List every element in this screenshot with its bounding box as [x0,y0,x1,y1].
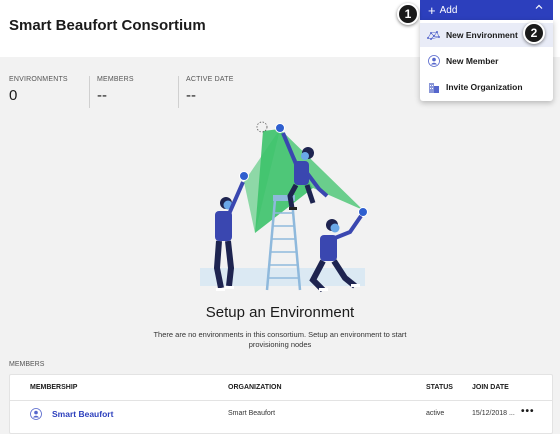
member-status: active [426,410,445,417]
column-header-organization[interactable]: ORGANIZATION [228,384,282,391]
plus-icon: + [428,2,436,18]
page-title: Smart Beaufort Consortium [9,17,206,34]
table-divider [10,400,552,401]
column-header-status[interactable]: STATUS [426,384,453,391]
setup-environment-illustration [195,118,375,298]
column-header-membership[interactable]: MEMBERSHIP [30,384,77,391]
member-organization: Smart Beaufort [228,410,276,417]
menu-item-invite-organization[interactable]: Invite Organization [420,75,553,99]
buildings-icon [427,81,440,94]
add-button-label: Add [439,4,458,16]
avatar [30,407,42,420]
members-table: MEMBERSHIP ORGANIZATION STATUS JOIN DATE… [9,374,553,434]
chevron-up-icon [535,3,543,14]
more-options-icon[interactable]: ••• [521,406,535,417]
empty-state-description: There are no environments in this consor… [153,330,407,349]
members-section-label: MEMBERS [9,361,45,368]
member-name-link[interactable]: Smart Beaufort [52,409,113,419]
add-button[interactable]: + Add [420,0,553,20]
stat-value: 0 [9,87,18,104]
step-callout-2: 2 [523,22,545,44]
stat-divider [178,76,179,108]
stat-value: -- [97,87,107,104]
person-icon [427,55,440,68]
stat-label: ACTIVE DATE [186,76,234,83]
stat-label: MEMBERS [97,76,134,83]
menu-item-label: New Environment [446,30,518,40]
empty-state-title: Setup an Environment [205,304,355,321]
member-join-date: 15/12/2018 ... [472,410,515,417]
stat-members: MEMBERS -- [97,76,134,104]
stat-value: -- [186,87,196,104]
menu-item-label: Invite Organization [446,82,523,92]
stat-active-date: ACTIVE DATE -- [186,76,234,104]
column-header-join-date[interactable]: JOIN DATE [472,384,509,391]
stat-label: ENVIRONMENTS [9,76,68,83]
network-icon [427,29,440,42]
stat-divider [89,76,90,108]
stat-environments: ENVIRONMENTS 0 [9,76,68,104]
menu-item-new-member[interactable]: New Member [420,49,553,73]
step-callout-1: 1 [397,3,419,25]
menu-item-label: New Member [446,56,499,66]
